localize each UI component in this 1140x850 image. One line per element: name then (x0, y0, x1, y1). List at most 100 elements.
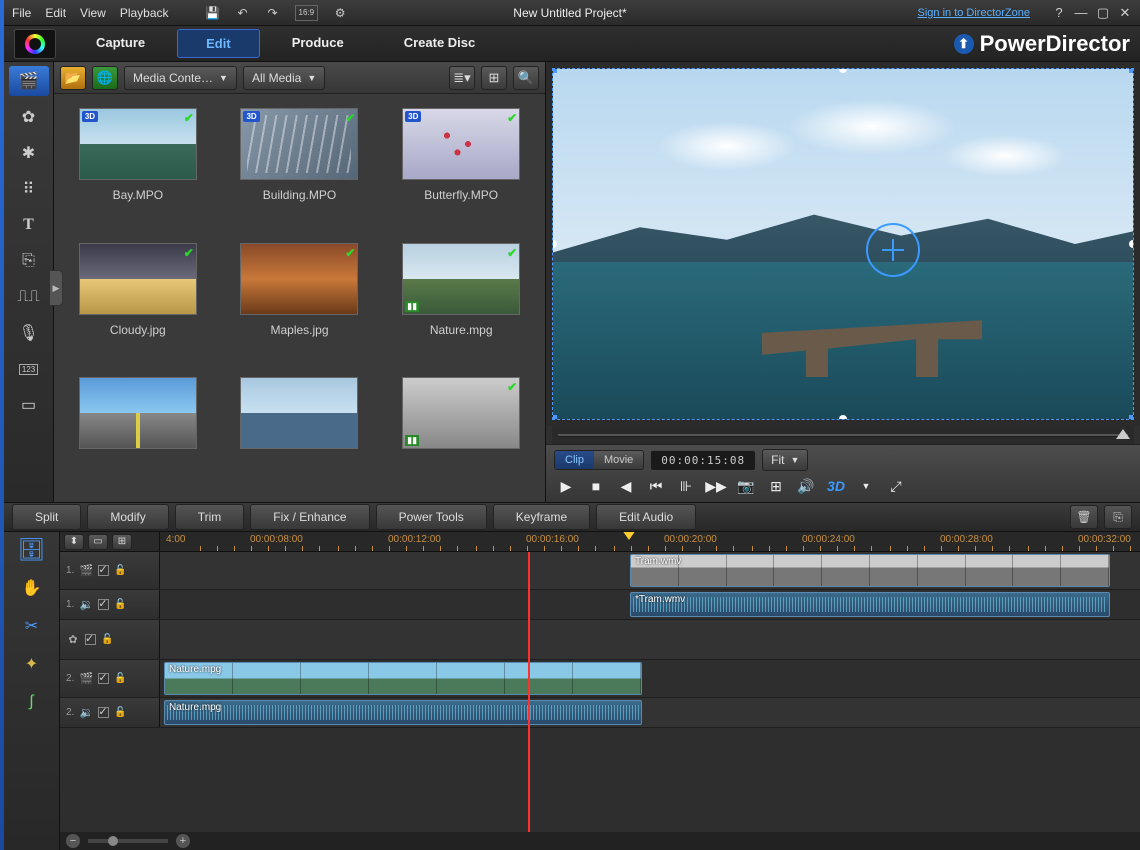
track-lock-icon[interactable]: 🔓 (101, 634, 113, 645)
preview-scrubber[interactable] (552, 426, 1134, 444)
fast-forward-icon[interactable]: ▶▶ (704, 475, 728, 497)
track-visible-toggle[interactable] (98, 599, 109, 610)
settings-icon[interactable]: ⚙ (332, 5, 348, 21)
track-lane[interactable]: Tram.wmv (160, 552, 1140, 589)
track-visible-toggle[interactable] (98, 673, 109, 684)
track-lock-icon[interactable]: 🔓 (114, 565, 126, 576)
undock-icon[interactable]: ⤢ (884, 475, 908, 497)
media-item[interactable]: 3D✔Bay.MPO (64, 108, 212, 233)
menu-view[interactable]: View (80, 6, 106, 20)
menu-file[interactable]: File (12, 6, 31, 20)
cut-tool-icon[interactable]: ✂ (18, 612, 46, 640)
media-item[interactable] (226, 377, 374, 488)
zoom-fit-dropdown[interactable]: Fit▼ (762, 449, 808, 471)
track-visible-toggle[interactable] (98, 707, 109, 718)
clip-mode-button[interactable]: Clip (555, 451, 594, 469)
voiceover-icon[interactable]: 🎙 (9, 318, 49, 348)
timeline-clip[interactable]: *Tram.wmv (630, 592, 1110, 617)
expand-rail-tab[interactable]: ▶ (49, 270, 63, 306)
3d-icon[interactable]: 3D (824, 475, 848, 497)
media-item[interactable]: ✔Maples.jpg (226, 243, 374, 368)
media-thumbnail[interactable]: ✔▮▮ (402, 377, 520, 449)
timeline-clip[interactable]: Nature.mpg (164, 662, 642, 695)
minimize-icon[interactable]: — (1074, 6, 1088, 20)
movie-mode-button[interactable]: Movie (594, 451, 643, 469)
track-header[interactable]: 1.🔉🔓 (60, 590, 160, 619)
trim-button[interactable]: Trim (175, 504, 245, 530)
particle-room-icon[interactable]: ⠿ (9, 174, 49, 204)
magic-tool-icon[interactable]: ✦ (18, 650, 46, 678)
next-frame-icon[interactable]: ⊪ (674, 475, 698, 497)
track-visible-toggle[interactable] (85, 634, 96, 645)
zoom-slider[interactable] (88, 839, 168, 843)
fix-enhance-button[interactable]: Fix / Enhance (250, 504, 369, 530)
keyframe-button[interactable]: Keyframe (493, 504, 590, 530)
close-icon[interactable]: ✕ (1118, 6, 1132, 20)
track-header[interactable]: 2.🎬🔓 (60, 660, 160, 697)
effect-room-icon[interactable]: ✿ (9, 102, 49, 132)
zoom-in-icon[interactable]: + (176, 834, 190, 848)
redo-icon[interactable]: ↷ (265, 5, 281, 21)
mode-edit[interactable]: Edit (177, 29, 260, 58)
media-thumbnail[interactable] (240, 377, 358, 449)
power-tools-button[interactable]: Power Tools (376, 504, 487, 530)
track-lock-icon[interactable]: 🔓 (114, 673, 126, 684)
ruler-add-icon[interactable]: ⊞ (112, 534, 132, 550)
ruler-markers-icon[interactable]: ⬍ (64, 534, 84, 550)
library-menu-icon[interactable]: ≣▾ (449, 66, 475, 90)
hand-tool-icon[interactable]: ✋ (18, 574, 46, 602)
motion-target-icon[interactable] (866, 223, 920, 277)
media-thumbnail[interactable]: 3D✔ (79, 108, 197, 180)
snapshot-icon[interactable]: 📷 (734, 475, 758, 497)
track-header[interactable]: ✿🔓 (60, 620, 160, 659)
audio-mixing-icon[interactable]: ⎍⎍ (9, 282, 49, 312)
media-thumbnail[interactable]: 3D✔ (240, 108, 358, 180)
pip-room-icon[interactable]: ✱ (9, 138, 49, 168)
3d-dropdown-icon[interactable]: ▼ (854, 475, 878, 497)
media-thumbnail[interactable]: ✔▮▮ (402, 243, 520, 315)
maximize-icon[interactable]: ▢ (1096, 6, 1110, 20)
edit-audio-button[interactable]: Edit Audio (596, 504, 696, 530)
track-lane[interactable]: Nature.mpg (160, 660, 1140, 697)
track-lock-icon[interactable]: 🔓 (114, 599, 126, 610)
delete-icon[interactable]: 🗑 (1070, 505, 1098, 529)
menu-playback[interactable]: Playback (120, 6, 169, 20)
title-room-icon[interactable]: T (9, 210, 49, 240)
track-visible-toggle[interactable] (98, 565, 109, 576)
stop-icon[interactable]: ■ (584, 475, 608, 497)
media-item[interactable]: ✔▮▮ (387, 377, 535, 488)
download-media-icon[interactable]: 🌐 (92, 66, 118, 90)
app-logo[interactable] (14, 29, 56, 59)
library-filter-dropdown[interactable]: All Media▼ (243, 66, 325, 90)
track-header[interactable]: 2.🔉🔓 (60, 698, 160, 727)
timeline-clip[interactable]: Tram.wmv (630, 554, 1110, 587)
media-item[interactable] (64, 377, 212, 488)
transition-room-icon[interactable]: ⎘ (9, 246, 49, 276)
prev-frame-icon[interactable]: ◀ (614, 475, 638, 497)
aspect-ratio-badge[interactable]: 16:9 (295, 5, 319, 21)
track-lane[interactable]: *Tram.wmv (160, 590, 1140, 619)
track-lane[interactable]: Nature.mpg (160, 698, 1140, 727)
mode-produce[interactable]: Produce (264, 29, 372, 58)
more-actions-icon[interactable]: ⎘ (1104, 505, 1132, 529)
media-thumbnail[interactable]: ✔ (240, 243, 358, 315)
track-lock-icon[interactable]: 🔓 (114, 707, 126, 718)
library-search-icon[interactable]: 🔍 (513, 66, 539, 90)
signin-link[interactable]: Sign in to DirectorZone (918, 7, 1031, 19)
save-icon[interactable]: 💾 (205, 5, 221, 21)
link-tool-icon[interactable]: ∫ (18, 688, 46, 716)
timeline-ruler[interactable]: 4:0000:00:08:0000:00:12:0000:00:16:0000:… (160, 532, 1140, 551)
track-manager-icon[interactable]: 🗄 (18, 536, 46, 564)
display-options-icon[interactable]: ⊞ (764, 475, 788, 497)
preview-canvas[interactable] (546, 62, 1140, 426)
media-thumbnail[interactable]: 3D✔ (402, 108, 520, 180)
media-item[interactable]: ✔▮▮Nature.mpg (387, 243, 535, 368)
media-item[interactable]: 3D✔Building.MPO (226, 108, 374, 233)
modify-button[interactable]: Modify (87, 504, 168, 530)
ruler-view-icon[interactable]: ▭ (88, 534, 108, 550)
mode-create-disc[interactable]: Create Disc (376, 29, 504, 58)
timeline-clip[interactable]: Nature.mpg (164, 700, 642, 725)
library-view-icon[interactable]: ⊞ (481, 66, 507, 90)
timecode-display[interactable]: 00:00:15:08 (650, 450, 756, 471)
zoom-out-icon[interactable]: − (66, 834, 80, 848)
